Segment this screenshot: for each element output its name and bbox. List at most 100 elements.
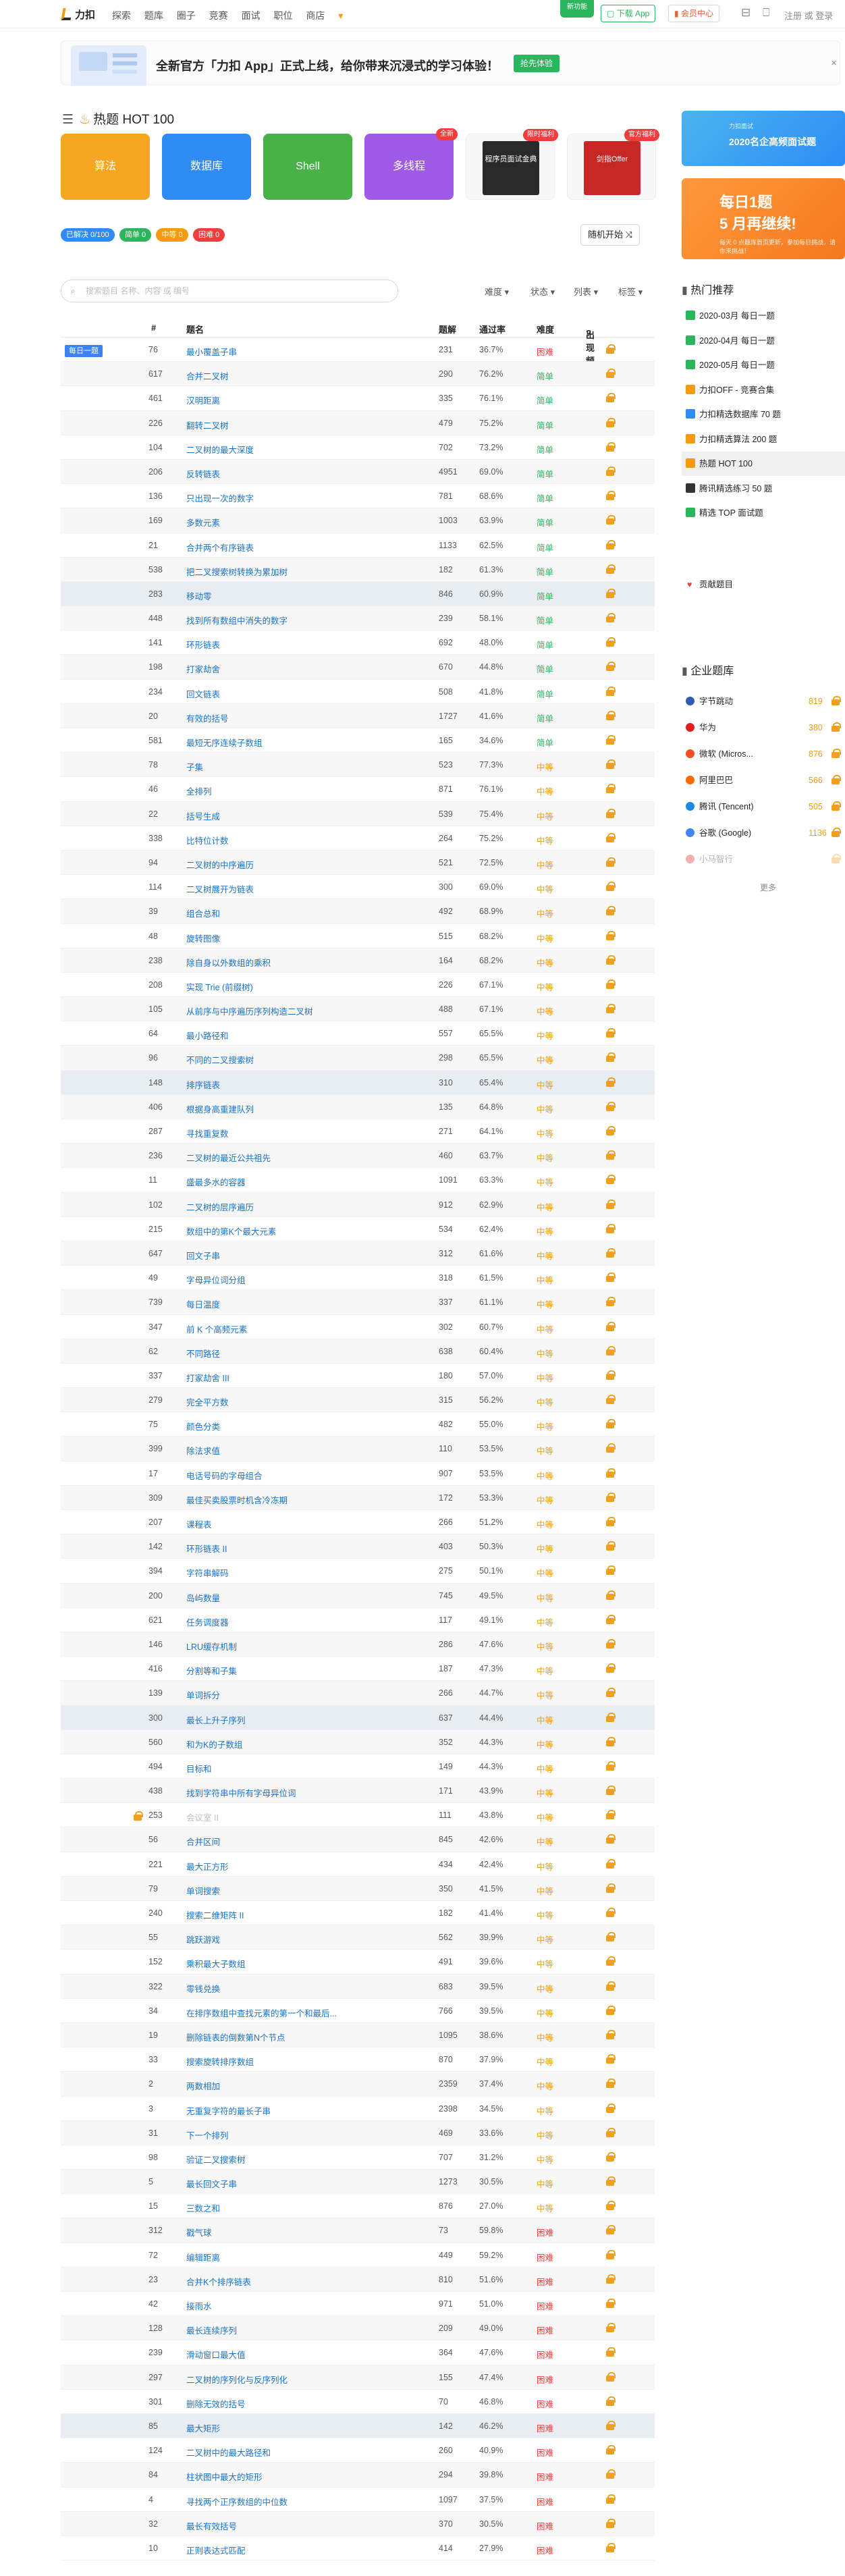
solution-count[interactable]: 745	[439, 1591, 453, 1601]
frequency-lock-icon[interactable]	[606, 1517, 616, 1526]
problem-title-link[interactable]: 翻转二叉树	[186, 419, 229, 431]
problem-title-link[interactable]: 有效的括号	[186, 712, 229, 724]
solution-count[interactable]: 846	[439, 589, 453, 599]
problem-title-link[interactable]: 最大正方形	[186, 1860, 229, 1873]
problem-title-link[interactable]: 排序链表	[186, 1078, 220, 1091]
frequency-lock-icon[interactable]	[606, 686, 616, 696]
table-row[interactable]: 17 电话号码的字母组合 907 53.5% 中等	[61, 1461, 655, 1486]
solution-count[interactable]: 1273	[439, 2177, 458, 2186]
frequency-lock-icon[interactable]	[606, 1175, 616, 1185]
table-row[interactable]: 每日一题 76 最小覆盖子串 231 36.7% 困难	[61, 338, 655, 363]
problem-title-link[interactable]: 二叉树中的最大路径和	[186, 2446, 271, 2459]
solution-count[interactable]: 149	[439, 1762, 453, 1771]
problem-title-link[interactable]: 单词搜索	[186, 1884, 220, 1897]
table-row[interactable]: 21 合并两个有序链表 1133 62.5% 简单	[61, 533, 655, 558]
help-icon[interactable]: ?	[586, 328, 591, 338]
table-row[interactable]: 312 戳气球 73 59.8% 困难	[61, 2218, 655, 2243]
solution-count[interactable]: 239	[439, 614, 453, 623]
problem-title-link[interactable]: 搜索二维矩阵 II	[186, 1908, 244, 1921]
solution-count[interactable]: 294	[439, 2470, 453, 2479]
problem-title-link[interactable]: 最长有效括号	[186, 2519, 237, 2532]
solution-count[interactable]: 534	[439, 1225, 453, 1234]
problem-title-link[interactable]: 分割等和子集	[186, 1664, 237, 1677]
solution-count[interactable]: 702	[439, 443, 453, 452]
table-row[interactable]: 105 从前序与中序遍历序列构造二叉树 488 67.1% 中等	[61, 997, 655, 1022]
table-row[interactable]: 79 单词搜索 350 41.5% 中等	[61, 1876, 655, 1901]
problem-title-link[interactable]: 字符串解码	[186, 1566, 229, 1579]
table-row[interactable]: 78 子集 523 77.3% 中等	[61, 753, 655, 778]
frequency-lock-icon[interactable]	[606, 2225, 616, 2235]
solution-count[interactable]: 4951	[439, 467, 458, 477]
problem-title-link[interactable]: 完全平方数	[186, 1395, 229, 1408]
problem-title-link[interactable]: 最佳买卖股票时机含冷冻期	[186, 1493, 288, 1506]
table-row[interactable]: 279 完全平方数 315 56.2% 中等	[61, 1388, 655, 1413]
hot-list-item[interactable]: 力扣精选算法 200 题	[682, 427, 845, 452]
table-row[interactable]: 297 二叉树的序列化与反序列化 155 47.4% 困难	[61, 2365, 655, 2390]
table-row[interactable]: 34 在排序数组中查找元素的第一个和最后... 766 39.5% 中等	[61, 1999, 655, 2023]
problem-title-link[interactable]: 数组中的第K个最大元素	[186, 1225, 276, 1237]
frequency-lock-icon[interactable]	[606, 1614, 616, 1624]
solution-count[interactable]: 310	[439, 1078, 453, 1088]
frequency-lock-icon[interactable]	[606, 1150, 616, 1160]
problem-title-link[interactable]: 字母异位词分组	[186, 1273, 246, 1286]
frequency-lock-icon[interactable]	[606, 1712, 616, 1722]
table-row[interactable]: 238 除自身以外数组的乘积 164 68.2% 中等	[61, 948, 655, 973]
frequency-lock-icon[interactable]	[606, 1297, 616, 1307]
frequency-lock-icon[interactable]	[606, 1126, 616, 1135]
solution-count[interactable]: 172	[439, 1493, 453, 1503]
table-row[interactable]: 560 和为K的子数组 352 44.3% 中等	[61, 1729, 655, 1754]
problem-title-link[interactable]: 前 K 个高频元素	[186, 1322, 247, 1335]
frequency-lock-icon[interactable]	[606, 930, 616, 940]
problem-title-link[interactable]: 会议室 II	[186, 1810, 219, 1823]
table-row[interactable]: 169 多数元素 1003 63.9% 简单	[61, 508, 655, 533]
problem-title-link[interactable]: 二叉树的层序遍历	[186, 1200, 254, 1213]
frequency-lock-icon[interactable]	[606, 1370, 616, 1380]
hot-list-item[interactable]: 腾讯精选练习 50 题	[682, 477, 845, 501]
problem-title-link[interactable]: 最长连续序列	[186, 2324, 237, 2336]
frequency-lock-icon[interactable]	[606, 1541, 616, 1551]
solution-count[interactable]: 302	[439, 1322, 453, 1332]
table-row[interactable]: 239 滑动窗口最大值 364 47.6% 困难	[61, 2340, 655, 2365]
problem-title-link[interactable]: 除自身以外数组的乘积	[186, 956, 271, 969]
solution-count[interactable]: 286	[439, 1640, 453, 1649]
table-row[interactable]: 347 前 K 个高频元素 302 60.7% 中等	[61, 1315, 655, 1339]
solution-count[interactable]: 187	[439, 1664, 453, 1673]
frequency-lock-icon[interactable]	[606, 2420, 616, 2430]
problem-title-link[interactable]: 找到字符串中所有字母异位词	[186, 1786, 296, 1799]
frequency-lock-icon[interactable]	[606, 2054, 616, 2064]
table-row[interactable]: 208 实现 Trie (前缀树) 226 67.1% 中等	[61, 973, 655, 998]
solution-count[interactable]: 557	[439, 1029, 453, 1038]
problem-title-link[interactable]: 盛最多水的容器	[186, 1175, 246, 1188]
problem-title-link[interactable]: 多数元素	[186, 516, 220, 529]
problem-title-link[interactable]: 回文链表	[186, 687, 220, 700]
problem-title-link[interactable]: 目标和	[186, 1762, 212, 1775]
new-feature-badge[interactable]: 新功能	[560, 0, 594, 18]
download-app-button[interactable]: ▢ 下载 App	[601, 5, 656, 22]
solution-count[interactable]: 414	[439, 2544, 453, 2553]
frequency-lock-icon[interactable]	[606, 710, 616, 720]
problem-title-link[interactable]: 最短无序连续子数组	[186, 736, 263, 749]
solution-count[interactable]: 370	[439, 2519, 453, 2529]
solution-count[interactable]: 521	[439, 858, 453, 867]
frequency-lock-icon[interactable]	[606, 2299, 616, 2308]
col-solutions[interactable]: 题解	[439, 323, 456, 336]
solution-count[interactable]: 492	[439, 907, 453, 916]
solution-count[interactable]: 907	[439, 1469, 453, 1478]
frequency-lock-icon[interactable]	[606, 1638, 616, 1648]
table-row[interactable]: 42 接雨水 971 51.0% 困难	[61, 2292, 655, 2317]
solution-count[interactable]: 508	[439, 687, 453, 697]
solution-count[interactable]: 403	[439, 1542, 453, 1551]
problem-title-link[interactable]: 寻找两个正序数组的中位数	[186, 2495, 288, 2508]
vip-center-button[interactable]: ▮ 会员中心	[668, 5, 719, 22]
frequency-lock-icon[interactable]	[606, 1101, 616, 1111]
table-row[interactable]: 124 二叉树中的最大路径和 260 40.9% 困难	[61, 2438, 655, 2463]
problem-title-link[interactable]: 环形链表	[186, 638, 220, 651]
table-row[interactable]: 206 反转链表 4951 69.0% 简单	[61, 459, 655, 485]
problem-title-link[interactable]: 寻找重复数	[186, 1127, 229, 1139]
notification-icon[interactable]: ⎕	[763, 6, 769, 20]
solution-count[interactable]: 352	[439, 1738, 453, 1747]
problem-title-link[interactable]: 乘积最大子数组	[186, 1957, 246, 1970]
problem-title-link[interactable]: 根据身高重建队列	[186, 1102, 254, 1115]
solution-count[interactable]: 479	[439, 419, 453, 428]
hot-list-item[interactable]: 2020-05月 每日一题	[682, 353, 845, 377]
